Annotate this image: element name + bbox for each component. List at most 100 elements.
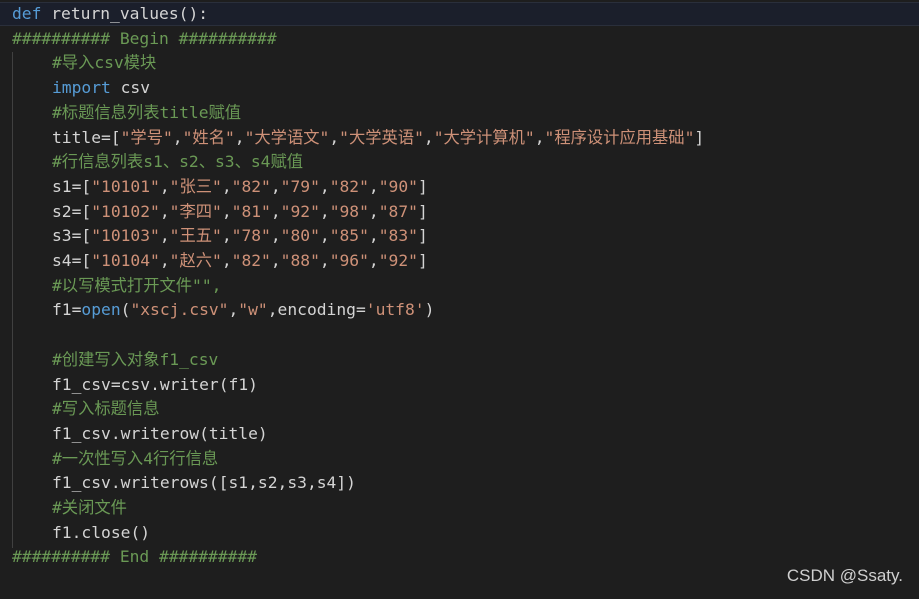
code-token: f1_csv bbox=[52, 374, 111, 394]
code-token: open bbox=[81, 300, 121, 320]
code-token: , bbox=[228, 300, 239, 320]
code-token: "10102" bbox=[91, 201, 160, 221]
code-token: , bbox=[368, 226, 379, 246]
code-token: "92" bbox=[280, 201, 320, 221]
code-token: . bbox=[150, 374, 160, 394]
code-token: "87" bbox=[378, 201, 418, 221]
code-token: =[ bbox=[71, 176, 92, 196]
code-token: s3 bbox=[287, 473, 307, 493]
code-token: title bbox=[208, 423, 258, 443]
code-token: , bbox=[248, 473, 258, 493]
code-token: , bbox=[221, 176, 232, 196]
code-token: encoding bbox=[277, 300, 356, 320]
code-token: , bbox=[270, 251, 281, 270]
code-token: #关闭文件 bbox=[52, 498, 127, 517]
code-token: s3 bbox=[52, 226, 72, 246]
code-line: #标题信息列表title赋值 bbox=[52, 101, 241, 125]
code-token: ) bbox=[424, 300, 435, 320]
code-token: f1 bbox=[228, 374, 249, 394]
code-token: #导入csv模块 bbox=[52, 53, 157, 73]
code-token: , bbox=[534, 127, 545, 147]
code-token: s1 bbox=[228, 473, 249, 493]
code-line: f1_csv.writerow(title) bbox=[52, 422, 268, 446]
code-token: , bbox=[267, 300, 278, 320]
code-token: "姓名" bbox=[182, 127, 235, 147]
code-token: . bbox=[110, 423, 121, 443]
code-token: ([ bbox=[208, 473, 229, 493]
code-line: #关闭文件 bbox=[52, 496, 127, 520]
code-token: "82" bbox=[329, 176, 369, 196]
code-editor[interactable]: def return_values(): ########## Begin ###… bbox=[0, 0, 919, 599]
code-token: 'utf8' bbox=[365, 300, 425, 320]
code-token: csv bbox=[110, 78, 151, 98]
code-token: #标题信息列表title赋值 bbox=[52, 102, 242, 122]
code-line: #写入标题信息 bbox=[52, 397, 160, 421]
code-token: , bbox=[159, 226, 170, 246]
code-token: #写入标题信息 bbox=[52, 399, 160, 419]
code-token: "赵六" bbox=[169, 251, 222, 270]
code-token: "大学语文" bbox=[244, 127, 330, 147]
code-token: f1_csv bbox=[52, 423, 111, 443]
code-token: writerows bbox=[120, 473, 209, 493]
code-token: , bbox=[306, 473, 317, 493]
code-line: #导入csv模块 bbox=[52, 51, 156, 75]
code-token: ( bbox=[218, 374, 229, 394]
code-line: f1_csv=csv.writer(f1) bbox=[52, 373, 258, 397]
code-token: "79" bbox=[280, 176, 320, 196]
code-token: "张三" bbox=[169, 176, 222, 196]
code-token: ) bbox=[248, 374, 258, 394]
code-token: ( bbox=[120, 300, 131, 320]
code-token: return_values bbox=[51, 4, 179, 23]
code-token: ] bbox=[417, 226, 428, 246]
code-line: s4=["10104","赵六","82","88","96","92"] bbox=[52, 249, 428, 273]
code-token: "82" bbox=[231, 251, 271, 270]
code-token: , bbox=[270, 201, 281, 221]
code-token: "85" bbox=[329, 226, 369, 246]
code-token: "程序设计应用基础" bbox=[544, 127, 695, 147]
code-token: "96" bbox=[329, 251, 369, 270]
code-token: #一次性写入4行行信息 bbox=[52, 448, 219, 468]
code-token: f1 bbox=[52, 300, 72, 320]
code-line: #以写模式打开文件"", bbox=[52, 274, 221, 298]
code-token: f1 bbox=[52, 522, 72, 542]
code-token: "10104" bbox=[91, 251, 160, 270]
code-line: title=["学号","姓名","大学语文","大学英语","大学计算机","… bbox=[52, 126, 704, 150]
code-token: "大学计算机" bbox=[433, 127, 535, 147]
code-token: , bbox=[270, 226, 281, 246]
code-token: , bbox=[368, 251, 379, 270]
code-token: , bbox=[221, 201, 232, 221]
code-line: f1=open("xscj.csv","w",encoding='utf8') bbox=[52, 298, 434, 322]
code-token: import bbox=[52, 78, 111, 98]
code-token: , bbox=[319, 251, 330, 270]
code-token: ( bbox=[199, 423, 209, 443]
code-token: "90" bbox=[378, 176, 418, 196]
code-token: =[ bbox=[71, 251, 92, 270]
code-token: "82" bbox=[231, 176, 271, 196]
code-token: ) bbox=[257, 423, 268, 443]
code-token: = bbox=[355, 300, 366, 320]
code-token: "81" bbox=[231, 201, 271, 221]
code-token: "92" bbox=[378, 251, 418, 270]
code-token: , bbox=[368, 201, 379, 221]
code-token: ] bbox=[417, 176, 428, 196]
code-token: s2 bbox=[52, 201, 72, 221]
code-token: . bbox=[71, 522, 82, 542]
code-token: "大学英语" bbox=[339, 127, 424, 147]
code-token: f1_csv bbox=[52, 473, 111, 493]
code-token: , bbox=[221, 226, 232, 246]
code-token: , bbox=[368, 176, 379, 196]
code-token: "李四" bbox=[169, 201, 222, 221]
code-token: ########## End ########## bbox=[12, 547, 258, 567]
code-line: #一次性写入4行行信息 bbox=[52, 447, 218, 471]
code-token: () bbox=[130, 522, 151, 542]
code-token: "80" bbox=[280, 226, 320, 246]
code-token: close bbox=[81, 522, 131, 542]
code-token: csv bbox=[120, 374, 151, 394]
code-line: s2=["10102","李四","81","92","98","87"] bbox=[52, 200, 428, 224]
code-token: (): bbox=[178, 4, 209, 23]
code-token: , bbox=[159, 176, 170, 196]
code-token: . bbox=[110, 473, 121, 493]
code-token: "王五" bbox=[169, 226, 222, 246]
code-line: #创建写入对象f1_csv bbox=[52, 348, 218, 372]
